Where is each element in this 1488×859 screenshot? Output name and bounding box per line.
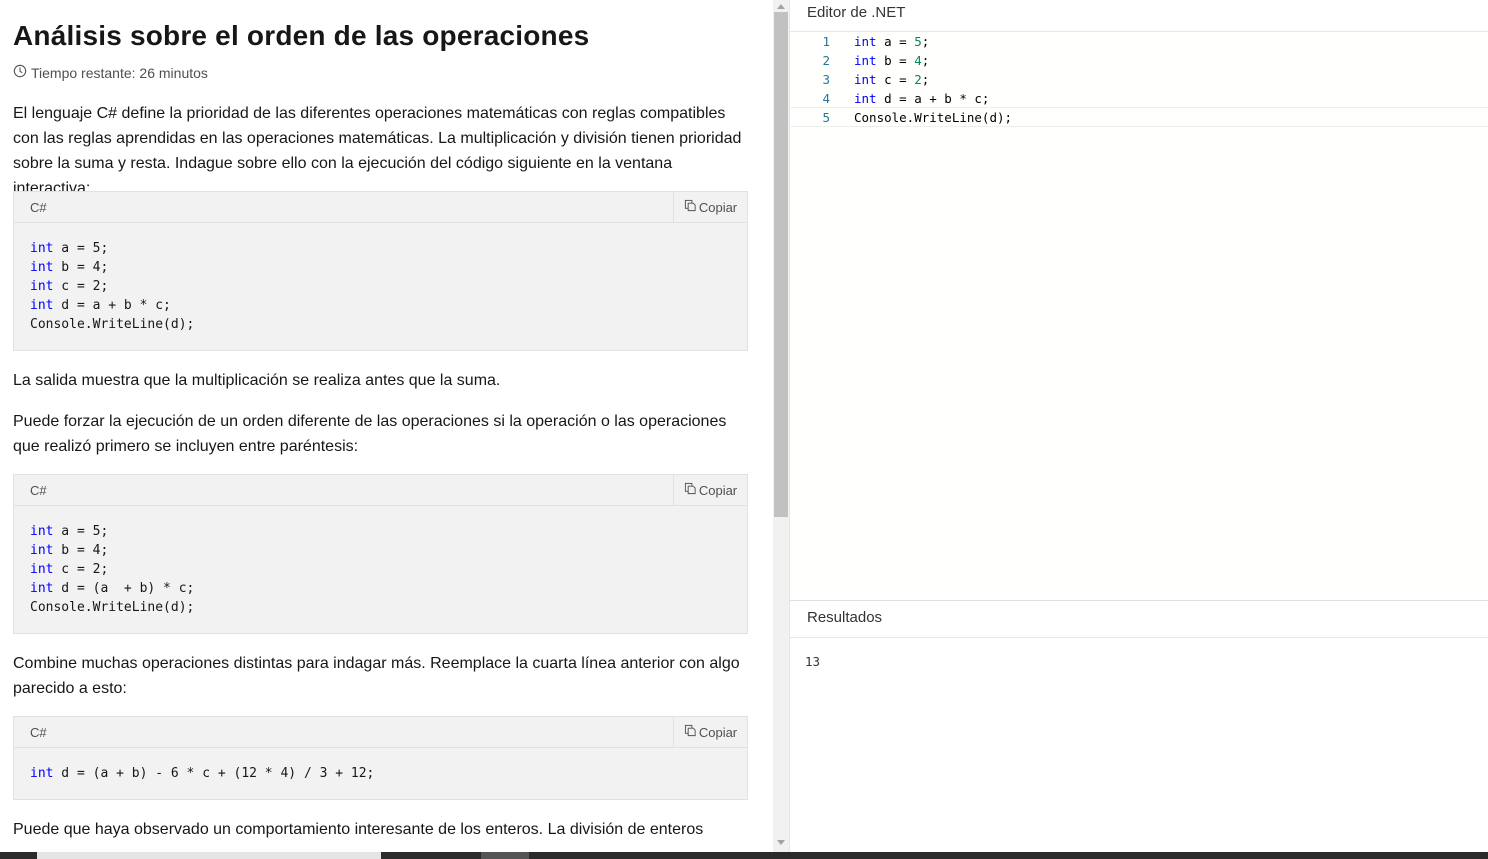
code-line: Console.WriteLine(d); — [30, 600, 195, 615]
copy-button-label: Copiar — [698, 482, 738, 498]
code-body: int d = (a + b) - 6 * c + (12 * 4) / 3 +… — [14, 748, 747, 783]
copy-button-label: Copiar — [698, 724, 738, 740]
code-language-label: C# — [30, 483, 47, 498]
page-title: Análisis sobre el orden de las operacion… — [13, 20, 590, 51]
code-block-1: C# Copiar int a = 5; int b = 4; int c = 2;… — [13, 191, 748, 351]
editor-line[interactable]: 3 int c = 2; — [790, 70, 1488, 89]
code-line: int b = 4; — [30, 543, 109, 558]
editor-line[interactable]: 1 int a = 5; — [790, 32, 1488, 51]
results-output: 13 — [805, 654, 821, 669]
code-line: int c = 2; — [30, 279, 109, 294]
copy-button[interactable]: Copiar — [673, 192, 747, 222]
copy-icon — [684, 199, 697, 215]
scroll-down-icon[interactable] — [777, 840, 785, 845]
intro-paragraph: El lenguaje C# define la prioridad de la… — [13, 105, 742, 197]
code-editor[interactable]: 1 int a = 5; 2 int b = 4; 3 int c = 2; 4… — [790, 32, 1488, 600]
line-code: int d = a + b * c; — [854, 91, 990, 106]
line-code: int b = 4; — [854, 53, 930, 68]
time-remaining: Tiempo restante: 26 minutos — [13, 64, 208, 81]
code-language-label: C# — [30, 725, 47, 740]
editor-title: Editor de .NET — [807, 4, 906, 21]
code-line: int c = 2; — [30, 562, 109, 577]
code-line: Console.WriteLine(d); — [30, 317, 195, 332]
scroll-up-icon[interactable] — [777, 4, 785, 9]
editor-line-current[interactable]: 5 Console.WriteLine(d); — [790, 107, 1488, 127]
parens-paragraph: Puede forzar la ejecución de un orden di… — [13, 413, 727, 455]
code-body: int a = 5; int b = 4; int c = 2; int d = (a… — [14, 506, 747, 617]
scrollbar-thumb[interactable] — [774, 12, 788, 517]
code-block-header: C# Copiar — [14, 717, 747, 748]
copy-button[interactable]: Copiar — [673, 717, 747, 747]
combine-paragraph: Combine muchas operaciones distintas par… — [13, 655, 740, 697]
code-block-2: C# Copiar int a = 5; int b = 4; int c = 2;… — [13, 474, 748, 634]
copy-icon — [684, 482, 697, 498]
line-number: 4 — [822, 91, 830, 106]
code-line: int d = (a + b) * c; — [30, 581, 195, 596]
output-paragraph: La salida muestra que la multiplicación … — [13, 372, 501, 389]
results-header: Resultados — [790, 600, 1488, 638]
code-block-header: C# Copiar — [14, 475, 747, 506]
line-number: 5 — [822, 110, 830, 125]
line-code: Console.WriteLine(d); — [854, 110, 1013, 125]
code-body: int a = 5; int b = 4; int c = 2; int d = a … — [14, 223, 747, 334]
line-code: int c = 2; — [854, 72, 930, 87]
integer-paragraph: Puede que haya observado un comportamien… — [13, 821, 704, 838]
code-line: int b = 4; — [30, 260, 109, 275]
copy-icon — [684, 724, 697, 740]
code-line: int a = 5; — [30, 241, 109, 256]
code-block-3: C# Copiar int d = (a + b) - 6 * c + (12 … — [13, 716, 748, 800]
bottom-taskbar-strip — [0, 852, 1488, 859]
line-number: 3 — [822, 72, 830, 87]
code-line: int d = (a + b) - 6 * c + (12 * 4) / 3 +… — [30, 766, 375, 781]
copy-button[interactable]: Copiar — [673, 475, 747, 505]
results-title: Resultados — [807, 609, 883, 626]
article-pane: Análisis sobre el orden de las operacion… — [0, 0, 773, 852]
editor-line[interactable]: 4 int d = a + b * c; — [790, 89, 1488, 108]
line-number: 2 — [822, 53, 830, 68]
article-scrollbar[interactable] — [773, 0, 789, 852]
code-language-label: C# — [30, 200, 47, 215]
code-line: int d = a + b * c; — [30, 298, 171, 313]
code-line: int a = 5; — [30, 524, 109, 539]
dotnet-editor-pane: Editor de .NET 1 int a = 5; 2 int b = 4;… — [789, 0, 1488, 852]
copy-button-label: Copiar — [698, 199, 738, 215]
clock-icon — [13, 64, 27, 81]
code-block-header: C# Copiar — [14, 192, 747, 223]
line-code: int a = 5; — [854, 34, 930, 49]
editor-line[interactable]: 2 int b = 4; — [790, 51, 1488, 70]
time-remaining-text: Tiempo restante: 26 minutos — [31, 64, 208, 81]
line-number: 1 — [822, 34, 830, 49]
